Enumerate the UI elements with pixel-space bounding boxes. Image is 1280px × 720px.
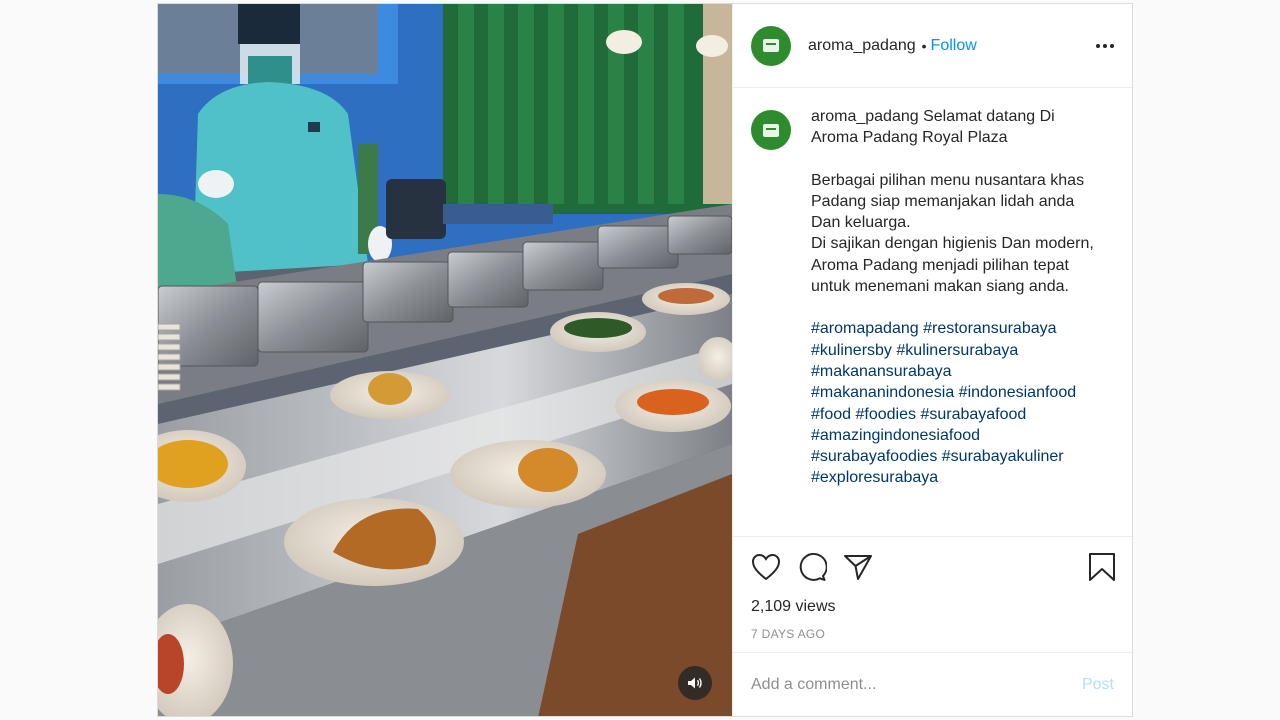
hashtag-link[interactable]: #restoransurabaya	[923, 320, 1056, 337]
action-bar	[733, 536, 1132, 596]
hashtag-link[interactable]: #aromapadang	[811, 320, 919, 337]
post-comment-button[interactable]: Post	[1082, 676, 1114, 694]
hashtag-line: #surabayafoodies #surabayakuliner	[811, 446, 1101, 467]
caption-text: aroma_padang Selamat datang Di Aroma Pad…	[811, 106, 1101, 536]
instagram-post-modal: aroma_padang • Follow aroma_padang Selam…	[157, 3, 1133, 717]
hashtag-link[interactable]: #makananindonesia	[811, 384, 954, 401]
hashtag-link[interactable]: #kulinersby	[811, 342, 892, 359]
avatar[interactable]	[751, 25, 791, 66]
hashtag-link[interactable]: #foodies	[856, 406, 917, 423]
speaker-icon[interactable]	[678, 666, 712, 700]
hashtag-link[interactable]: #makanansurabaya	[811, 363, 952, 380]
caption-avatar[interactable]	[751, 110, 791, 150]
add-comment-bar: Post	[733, 652, 1132, 716]
hashtag-link[interactable]: #surabayafood	[920, 406, 1026, 423]
comment-input[interactable]	[751, 675, 1082, 694]
follow-button[interactable]: Follow	[931, 37, 977, 55]
video-frame	[158, 4, 732, 716]
heart-icon[interactable]	[751, 553, 781, 581]
paper-plane-icon[interactable]	[843, 553, 873, 581]
post-timestamp[interactable]: 7 DAYS AGO	[733, 622, 1132, 652]
hashtag-line: #makananindonesia #indonesianfood	[811, 382, 1101, 403]
hashtag-list: #aromapadang #restoransurabaya #kulinersb…	[811, 318, 1101, 488]
hashtag-line: #kulinersby #kulinersurabaya	[811, 340, 1101, 361]
bookmark-icon[interactable]	[1088, 552, 1116, 582]
hashtag-link[interactable]: #indonesianfood	[959, 384, 1076, 401]
hashtag-line: #amazingindonesiafood	[811, 425, 1101, 446]
hashtag-line: #exploresurabaya	[811, 467, 1101, 488]
hashtag-link[interactable]: #amazingindonesiafood	[811, 427, 980, 444]
caption-username[interactable]: aroma_padang	[811, 108, 919, 125]
brand-logo-icon	[763, 39, 779, 52]
brand-logo-icon	[763, 123, 779, 137]
post-video[interactable]	[158, 4, 732, 716]
hashtag-link[interactable]: #food	[811, 406, 851, 423]
caption-body: Berbagai pilihan menu nusantara khas Pad…	[811, 171, 1094, 296]
hashtag-line: #food #foodies #surabayafood	[811, 404, 1101, 425]
post-side-panel: aroma_padang • Follow aroma_padang Selam…	[732, 4, 1132, 716]
follow-separator: •	[921, 37, 927, 54]
view-count[interactable]: 2,109 views	[733, 596, 1132, 622]
hashtag-link[interactable]: #surabayafoodies	[811, 448, 937, 465]
hashtag-link[interactable]: #exploresurabaya	[811, 469, 938, 486]
hashtag-line: #aromapadang #restoransurabaya	[811, 318, 1101, 339]
post-header: aroma_padang • Follow	[733, 4, 1132, 88]
hashtag-link[interactable]: #surabayakuliner	[942, 448, 1064, 465]
hashtag-line: #makanansurabaya	[811, 361, 1101, 382]
hashtag-link[interactable]: #kulinersurabaya	[896, 342, 1018, 359]
caption-section: aroma_padang Selamat datang Di Aroma Pad…	[733, 88, 1132, 536]
comment-bubble-icon[interactable]	[797, 552, 827, 582]
more-options-icon[interactable]	[1096, 38, 1114, 54]
header-username[interactable]: aroma_padang	[808, 37, 916, 55]
